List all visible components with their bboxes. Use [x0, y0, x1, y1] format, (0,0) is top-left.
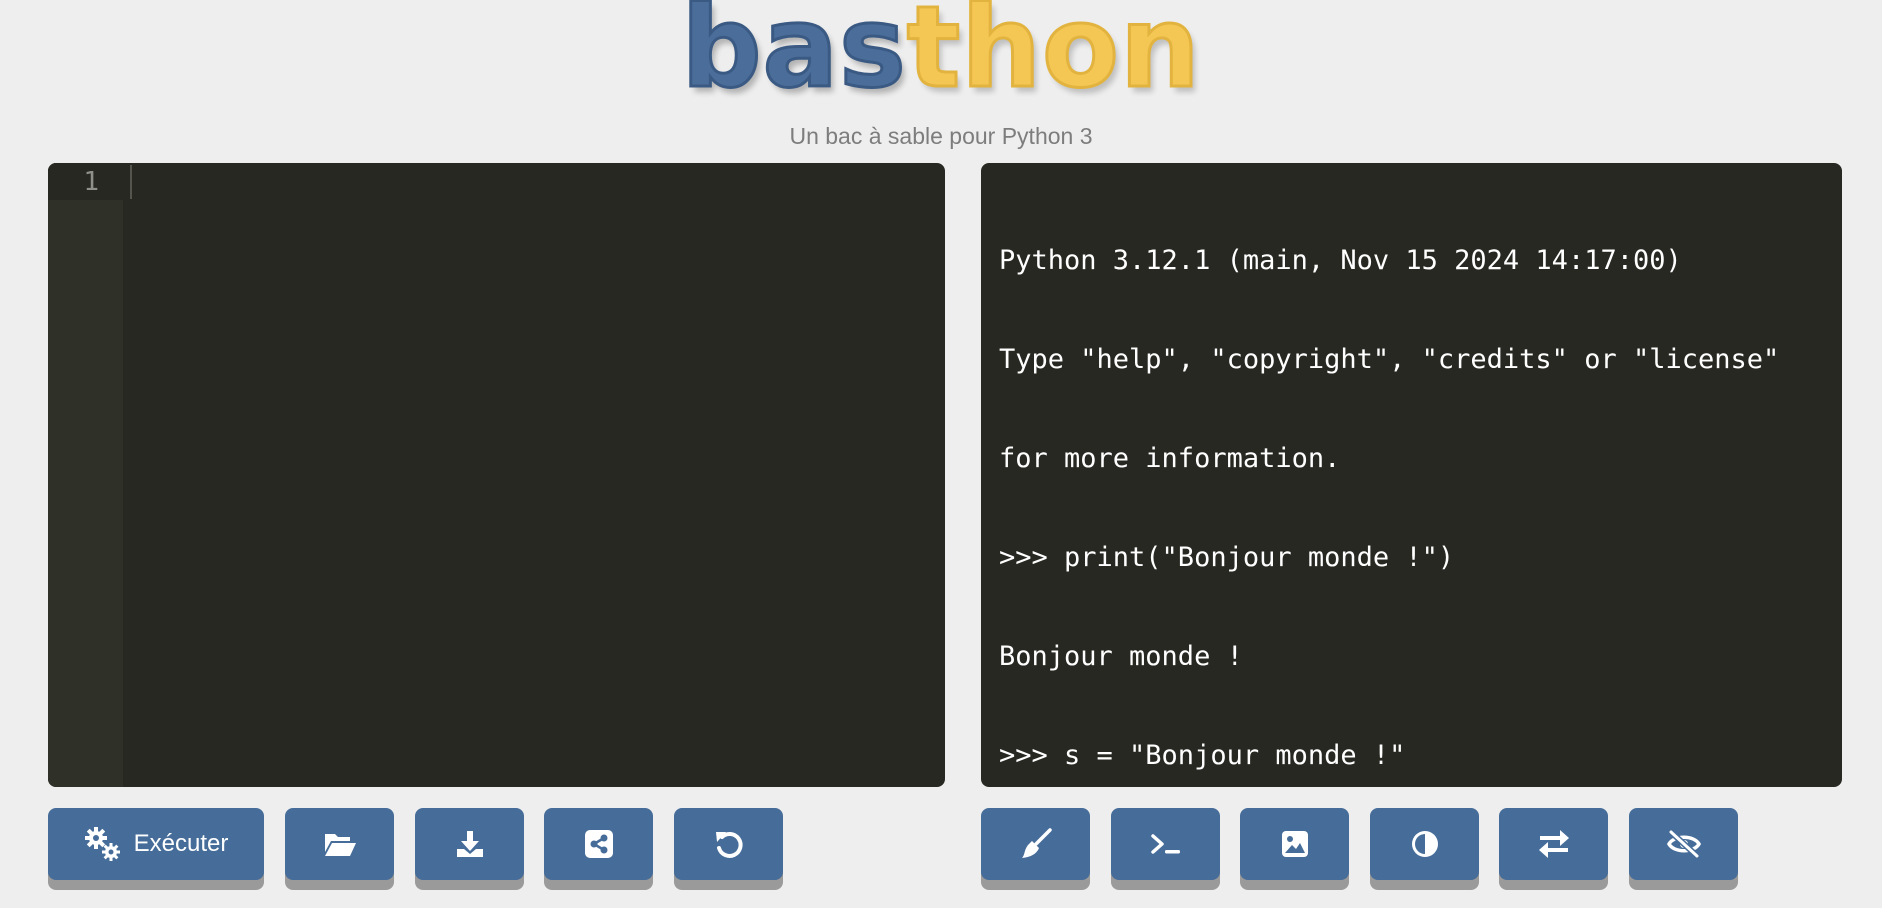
console-line: >>> s = "Bonjour monde !": [999, 740, 1406, 771]
contrast-icon: [1410, 829, 1440, 859]
terminal-button[interactable]: [1111, 808, 1220, 880]
open-file-button[interactable]: [285, 808, 394, 880]
reset-button[interactable]: [674, 808, 783, 880]
hide-console-button[interactable]: [1629, 808, 1738, 880]
download-icon: [455, 829, 485, 859]
run-button-label: Exécuter: [133, 830, 229, 857]
editor-cursor: [130, 165, 132, 199]
active-line-gutter: 1: [48, 163, 123, 200]
line-number: 1: [83, 167, 99, 197]
eye-slash-icon: [1666, 829, 1702, 859]
broom-icon: [1020, 828, 1052, 860]
subtitle: Un bac à sable pour Python 3: [789, 123, 1093, 149]
python-console[interactable]: Python 3.12.1 (main, Nov 15 2024 14:17:0…: [981, 163, 1842, 787]
console-line: Type "help", "copyright", "credits" or "…: [999, 344, 1780, 375]
gears-icon: [84, 826, 122, 862]
console-line: >>> print("Bonjour monde !"): [999, 542, 1455, 573]
code-editor[interactable]: 1: [48, 163, 945, 787]
undo-icon: [714, 829, 744, 859]
share-icon: [584, 829, 614, 859]
basthon-logo: basthon: [0, 0, 1882, 106]
swap-layout-button[interactable]: [1499, 808, 1608, 880]
console-line: Bonjour monde !: [999, 641, 1243, 672]
run-button[interactable]: Exécuter: [48, 808, 264, 880]
logo-part-thon: thon: [905, 0, 1201, 113]
theme-toggle-button[interactable]: [1370, 808, 1479, 880]
editor-gutter: [48, 163, 123, 787]
image-icon: [1281, 830, 1309, 858]
graphics-button[interactable]: [1240, 808, 1349, 880]
swap-arrows-icon: [1538, 829, 1570, 859]
console-output: Python 3.12.1 (main, Nov 15 2024 14:17:0…: [999, 178, 1832, 787]
console-line: Python 3.12.1 (main, Nov 15 2024 14:17:0…: [999, 245, 1682, 276]
share-button[interactable]: [544, 808, 653, 880]
download-button[interactable]: [415, 808, 524, 880]
logo-part-bas: bas: [680, 0, 907, 113]
folder-open-icon: [323, 830, 357, 858]
terminal-icon: [1150, 831, 1182, 857]
header: basthon Un bac à sable pour Python 3: [0, 0, 1882, 160]
clear-console-button[interactable]: [981, 808, 1090, 880]
console-line: for more information.: [999, 443, 1341, 474]
